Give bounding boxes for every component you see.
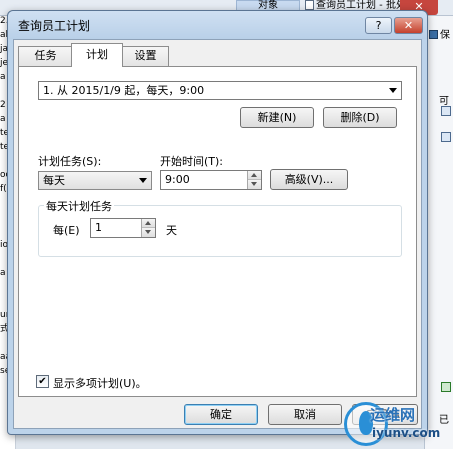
item-icon	[441, 106, 451, 116]
advanced-button[interactable]: 高级(V)...	[270, 169, 348, 190]
check-icon	[441, 382, 451, 392]
daily-group-title: 每天计划任务	[44, 198, 114, 214]
dialog-titlebar[interactable]: 查询员工计划 ? ✕	[8, 11, 427, 39]
every-label: 每(E)	[53, 224, 80, 237]
daily-schedule-group: 每天计划任务 每(E) 1 天	[38, 198, 402, 257]
save-icon	[429, 30, 438, 39]
chevron-down-icon	[389, 88, 397, 93]
delete-button[interactable]: 删除(D)	[323, 107, 397, 128]
spin-down-icon[interactable]	[248, 180, 261, 189]
show-multiple-checkbox[interactable]: ✔	[36, 375, 49, 388]
start-time-label: 开始时间(T):	[160, 155, 224, 168]
save-button[interactable]: 保	[429, 26, 450, 41]
new-button[interactable]: 新建(N)	[240, 107, 314, 128]
watermark-url: iyunv.com	[372, 426, 441, 440]
help-button[interactable]: ?	[365, 17, 392, 34]
close-button[interactable]: ✕	[394, 17, 423, 34]
schedule-task-select[interactable]: 每天	[38, 171, 152, 190]
start-time-input[interactable]: 9:00	[160, 170, 262, 190]
spin-up-icon[interactable]	[142, 219, 155, 228]
background-right-panel: 保 可 已	[424, 16, 453, 449]
days-unit-label: 天	[166, 224, 177, 237]
divider	[38, 138, 402, 139]
watermark-text: 运维网	[370, 406, 416, 424]
schedule-tab-panel: 1. 从 2015/1/9 起，每天，9:00 新建(N) 删除(D) 计划任务…	[18, 66, 417, 397]
chevron-down-icon	[139, 178, 147, 183]
right-panel-label: 可	[439, 96, 449, 107]
tab-schedule[interactable]: 计划	[71, 43, 123, 67]
show-multiple-label: 显示多项计划(U)。	[53, 377, 147, 390]
schedule-dialog: 查询员工计划 ? ✕ 任务 计划 设置 1. 从 2015/1/9 起，每天，9…	[7, 10, 428, 435]
time-spinner[interactable]	[247, 171, 261, 189]
spin-up-icon[interactable]	[248, 171, 261, 180]
item-icon	[441, 132, 451, 142]
ok-button[interactable]: 确定	[184, 404, 258, 425]
spin-down-icon[interactable]	[142, 228, 155, 237]
tab-task[interactable]: 任务	[18, 46, 73, 66]
schedule-task-label: 计划任务(S):	[38, 155, 102, 168]
watermark-logo: 运维网 iyunv.com	[342, 398, 453, 449]
days-spinner[interactable]	[141, 219, 155, 237]
tab-settings[interactable]: 设置	[122, 46, 169, 66]
document-icon	[305, 0, 314, 10]
schedule-list-select[interactable]: 1. 从 2015/1/9 起，每天，9:00	[38, 81, 402, 100]
dialog-title: 查询员工计划	[18, 19, 91, 33]
every-days-input[interactable]: 1	[90, 218, 156, 238]
cancel-button[interactable]: 取消	[268, 404, 342, 425]
dialog-client: 任务 计划 设置 1. 从 2015/1/9 起，每天，9:00 新建(N) 删…	[13, 39, 422, 429]
